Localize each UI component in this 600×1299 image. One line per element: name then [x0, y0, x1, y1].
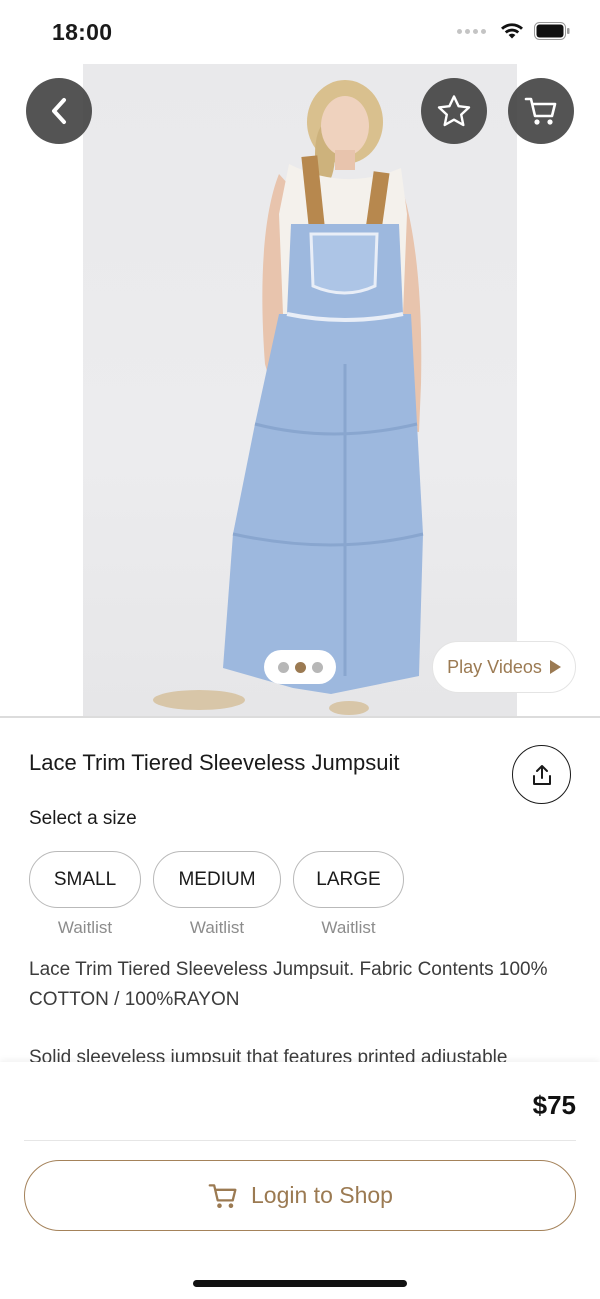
carousel-dot[interactable] [311, 661, 323, 673]
play-videos-button[interactable]: Play Videos [432, 641, 576, 693]
size-button-large[interactable]: LARGE [293, 851, 404, 908]
divider [24, 1140, 576, 1141]
battery-icon [534, 22, 570, 40]
size-options: SMALL Waitlist MEDIUM Waitlist LARGE Wai… [29, 851, 404, 938]
divider [0, 716, 600, 718]
status-icons [457, 22, 570, 40]
checkout-bar: $75 Login to Shop [0, 1062, 600, 1299]
product-image-carousel[interactable]: Play Videos [0, 64, 600, 716]
home-indicator[interactable] [193, 1280, 407, 1287]
size-status: Waitlist [189, 918, 245, 937]
status-time: 18:00 [52, 19, 113, 45]
size-button-small[interactable]: SMALL [29, 851, 141, 908]
favorite-button[interactable] [421, 78, 487, 144]
share-icon [532, 764, 551, 785]
cart-icon [524, 97, 557, 125]
carousel-dot[interactable] [277, 661, 289, 673]
product-price: $75 [532, 1090, 576, 1120]
cart-button[interactable] [508, 78, 574, 144]
play-icon [549, 660, 561, 674]
product-description: Lace Trim Tiered Sleeveless Jumpsuit. Fa… [29, 959, 548, 1010]
size-button-medium[interactable]: MEDIUM [153, 851, 281, 908]
chevron-left-icon [52, 98, 66, 124]
size-section-label: Select a size [29, 808, 137, 829]
size-option-large: LARGE Waitlist [293, 851, 404, 938]
size-status: Waitlist [57, 918, 113, 937]
star-icon [437, 95, 471, 127]
login-to-shop-button[interactable]: Login to Shop [24, 1160, 576, 1231]
share-button[interactable] [512, 745, 571, 804]
cart-icon [208, 1183, 237, 1208]
login-to-shop-label: Login to Shop [251, 1182, 393, 1208]
product-title: Lace Trim Tiered Sleeveless Jumpsuit [29, 750, 400, 775]
size-option-small: SMALL Waitlist [29, 851, 141, 938]
size-status: Waitlist [321, 918, 376, 937]
size-option-medium: MEDIUM Waitlist [153, 851, 281, 938]
carousel-dot-active[interactable] [294, 661, 306, 673]
wifi-icon [501, 23, 523, 39]
status-bar: 18:00 [0, 0, 600, 64]
play-videos-label: Play Videos [447, 656, 542, 677]
back-button[interactable] [26, 78, 92, 144]
product-description-more: Solid sleeveless jumpsuit that features … [29, 1047, 508, 1062]
cellular-dots-icon [457, 28, 486, 34]
carousel-page-indicator[interactable] [264, 650, 336, 684]
product-photo [83, 64, 517, 716]
